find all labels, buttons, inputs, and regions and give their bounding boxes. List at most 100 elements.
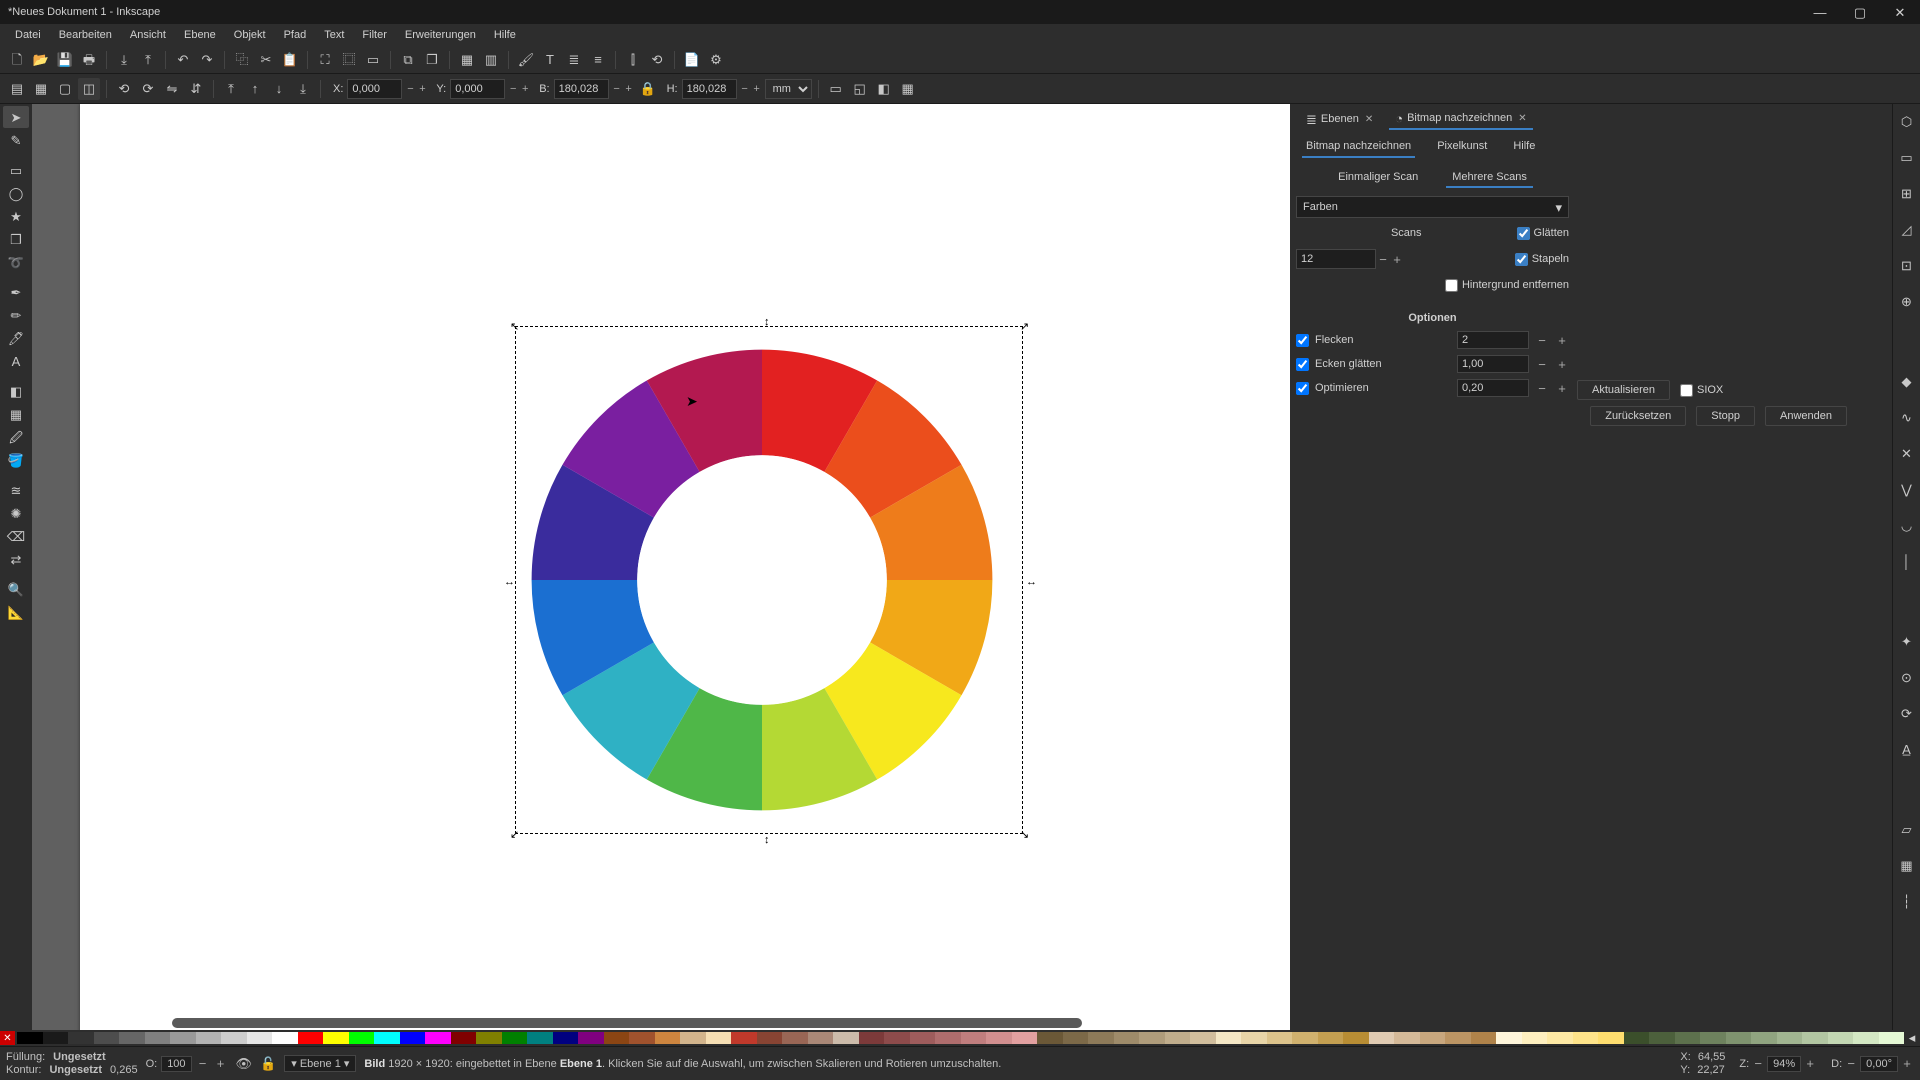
menu-erweiterungen[interactable]: Erweiterungen	[396, 26, 485, 44]
corners-checkbox[interactable]	[1296, 358, 1309, 371]
document-page[interactable]: ↖ ↕ ↗ ↔ ↔ ↙ ↕ ↘ ➤	[80, 104, 1290, 1030]
scrollbar-horizontal[interactable]	[172, 1018, 1082, 1028]
clone-button[interactable]: ❐	[421, 49, 443, 71]
scans-input[interactable]	[1296, 249, 1376, 269]
canvas-viewport[interactable]: ↖ ↕ ↗ ↔ ↔ ↙ ↕ ↘ ➤	[32, 104, 1290, 1030]
palette-swatch[interactable]	[604, 1032, 630, 1044]
lock-layer-icon[interactable]: 🔓	[260, 1057, 276, 1070]
selection-handle-w[interactable]: ↔	[504, 576, 515, 588]
scan-mode-single[interactable]: Einmaliger Scan	[1332, 168, 1424, 188]
menu-objekt[interactable]: Objekt	[225, 26, 275, 44]
prefs-button[interactable]: ⚙	[705, 49, 727, 71]
palette-swatch[interactable]	[986, 1032, 1012, 1044]
close-button[interactable]: ✕	[1880, 0, 1920, 24]
palette-swatch[interactable]	[425, 1032, 451, 1044]
palette-swatch[interactable]	[1547, 1032, 1573, 1044]
rot-inc-button[interactable]: +	[1900, 1056, 1914, 1071]
menu-datei[interactable]: Datei	[6, 26, 50, 44]
palette-swatch[interactable]	[910, 1032, 936, 1044]
y-inc-button[interactable]: +	[519, 79, 531, 99]
save-button[interactable]: 💾	[54, 49, 76, 71]
optimize-dec-button[interactable]: −	[1535, 381, 1549, 396]
select-all-button[interactable]: ▦	[30, 78, 52, 100]
zoom-sel-button[interactable]: ⛶	[314, 49, 336, 71]
palette-swatch[interactable]	[833, 1032, 859, 1044]
snap-line-button[interactable]: │	[1896, 550, 1918, 572]
raise-top-button[interactable]: ⤒	[220, 78, 242, 100]
new-button[interactable]: 🗋	[6, 49, 28, 71]
snap-toggle-button[interactable]: ⬡	[1896, 110, 1918, 132]
rotate-ccw-button[interactable]: ⟲	[113, 78, 135, 100]
corners-input[interactable]	[1457, 355, 1529, 373]
palette-swatch[interactable]	[119, 1032, 145, 1044]
palette-swatch[interactable]	[961, 1032, 987, 1044]
palette-swatch[interactable]	[859, 1032, 885, 1044]
palette-swatch[interactable]	[1139, 1032, 1165, 1044]
opacity-inc-button[interactable]: +	[214, 1056, 228, 1071]
palette-swatch[interactable]	[1879, 1032, 1905, 1044]
rotation-input[interactable]: 0,00°	[1860, 1056, 1898, 1072]
docprops-button[interactable]: 📄	[681, 49, 703, 71]
tab-trace-bitmap[interactable]: ◔ Bitmap nachzeichnen ✕	[1389, 109, 1532, 130]
snap-other-button[interactable]: ✦	[1896, 630, 1918, 652]
lower-bottom-button[interactable]: ⤓	[292, 78, 314, 100]
rotate-cw-button[interactable]: ⟳	[137, 78, 159, 100]
palette-swatch[interactable]	[221, 1032, 247, 1044]
subtab-trace[interactable]: Bitmap nachzeichnen	[1302, 136, 1415, 158]
redo-button[interactable]: ↷	[196, 49, 218, 71]
tool-3dbox[interactable]: ❒	[3, 228, 29, 250]
palette-swatch[interactable]	[1190, 1032, 1216, 1044]
palette-swatch[interactable]	[1751, 1032, 1777, 1044]
fill-value[interactable]: Ungesetzt	[53, 1051, 106, 1063]
h-inc-button[interactable]: +	[751, 79, 763, 99]
zoom-draw-button[interactable]: ⿴	[338, 49, 360, 71]
tab-layers[interactable]: ≣ Ebenen ✕	[1300, 110, 1379, 129]
palette-swatch[interactable]	[502, 1032, 528, 1044]
x-dec-button[interactable]: −	[404, 79, 416, 99]
palette-swatch[interactable]	[323, 1032, 349, 1044]
snap-edge-button[interactable]: ⊞	[1896, 182, 1918, 204]
tool-eraser[interactable]: ⌫	[3, 525, 29, 547]
palette-swatch[interactable]	[935, 1032, 961, 1044]
scale-corners-button[interactable]: ◱	[849, 78, 871, 100]
selection-handle-sw[interactable]: ↙	[510, 828, 519, 841]
update-button[interactable]: Aktualisieren	[1577, 380, 1670, 400]
x-input[interactable]	[347, 79, 402, 99]
tool-zoom[interactable]: 🔍	[3, 578, 29, 600]
palette-swatch[interactable]	[94, 1032, 120, 1044]
scan-mode-multi[interactable]: Mehrere Scans	[1446, 168, 1533, 188]
corners-inc-button[interactable]: +	[1555, 357, 1569, 372]
palette-swatch[interactable]	[553, 1032, 579, 1044]
zoom-page-button[interactable]: ▭	[362, 49, 384, 71]
menu-hilfe[interactable]: Hilfe	[485, 26, 525, 44]
menu-pfad[interactable]: Pfad	[275, 26, 316, 44]
snap-object-center-button[interactable]: ⊙	[1896, 666, 1918, 688]
palette-swatch[interactable]	[1853, 1032, 1879, 1044]
tool-text[interactable]: A	[3, 350, 29, 372]
ungroup-button[interactable]: ▥	[480, 49, 502, 71]
palette-swatch[interactable]	[1165, 1032, 1191, 1044]
zoom-out-button[interactable]: −	[1751, 1056, 1765, 1071]
palette-swatch[interactable]	[1649, 1032, 1675, 1044]
apply-button[interactable]: Anwenden	[1765, 406, 1847, 426]
menu-filter[interactable]: Filter	[353, 26, 395, 44]
visibility-icon[interactable]: 👁	[236, 1057, 253, 1070]
palette-swatch[interactable]	[1394, 1032, 1420, 1044]
palette-none-swatch[interactable]: ✕	[0, 1031, 15, 1045]
tool-ellipse[interactable]: ◯	[3, 182, 29, 204]
palette-swatch[interactable]	[1598, 1032, 1624, 1044]
palette-swatch[interactable]	[1063, 1032, 1089, 1044]
snap-grid-button[interactable]: ▦	[1896, 854, 1918, 876]
palette-swatch[interactable]	[1343, 1032, 1369, 1044]
snap-smooth-button[interactable]: ◡	[1896, 514, 1918, 536]
flip-v-button[interactable]: ⇵	[185, 78, 207, 100]
snap-center-button[interactable]: ⊕	[1896, 290, 1918, 312]
palette-swatch[interactable]	[1037, 1032, 1063, 1044]
palette-swatch[interactable]	[578, 1032, 604, 1044]
open-button[interactable]: 📂	[30, 49, 52, 71]
selection-handle-se[interactable]: ↘	[1020, 828, 1029, 841]
palette-swatch[interactable]	[1802, 1032, 1828, 1044]
palette-swatch[interactable]	[1292, 1032, 1318, 1044]
selection-handle-ne[interactable]: ↗	[1020, 320, 1029, 333]
tool-bezier[interactable]: ✒	[3, 281, 29, 303]
